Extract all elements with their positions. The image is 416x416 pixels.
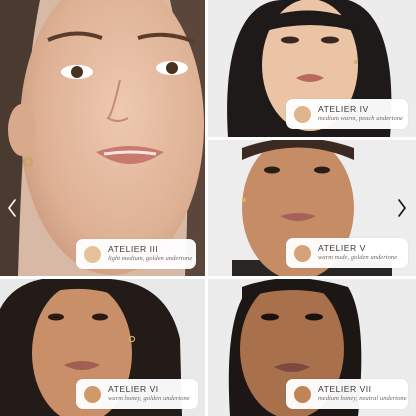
shade-swatch xyxy=(294,105,311,123)
chevron-right-icon xyxy=(398,199,406,217)
carousel-next-button[interactable] xyxy=(394,195,410,221)
shade-swatch xyxy=(294,385,311,403)
model-photo-atelier-vi: ATELIER VI warm honey, golden undertone xyxy=(0,279,205,416)
shade-card-text: ATELIER III light medium, golden underto… xyxy=(108,245,192,263)
shade-description: warm honey, golden undertone xyxy=(108,395,190,403)
shade-description: warm nude, golden undertone xyxy=(318,254,398,262)
shade-name: ATELIER VI xyxy=(108,384,159,395)
shade-gallery: ATELIER III light medium, golden underto… xyxy=(0,0,416,416)
shade-card-atelier-vii[interactable]: ATELIER VII medium honey, neutral undert… xyxy=(286,379,408,409)
shade-swatch xyxy=(294,244,311,262)
shade-description: medium honey, neutral undertone xyxy=(318,395,407,403)
model-photo-atelier-iii: ATELIER III light medium, golden underto… xyxy=(0,0,205,276)
shade-name: ATELIER V xyxy=(318,243,366,254)
shade-name: ATELIER VII xyxy=(318,384,372,395)
model-portrait-image xyxy=(0,0,205,276)
model-photo-atelier-iv: ATELIER IV medium warm, peach undertone xyxy=(208,0,416,137)
model-photo-atelier-vii: ATELIER VII medium honey, neutral undert… xyxy=(208,279,416,416)
shade-card-text: ATELIER VI warm honey, golden undertone xyxy=(108,385,190,403)
shade-card-atelier-vi[interactable]: ATELIER VI warm honey, golden undertone xyxy=(76,379,198,409)
shade-description: medium warm, peach undertone xyxy=(318,115,403,123)
chevron-left-icon xyxy=(8,199,16,217)
shade-description: light medium, golden undertone xyxy=(108,255,193,263)
shade-card-atelier-iii[interactable]: ATELIER III light medium, golden underto… xyxy=(76,239,196,269)
shade-card-atelier-iv[interactable]: ATELIER IV medium warm, peach undertone xyxy=(286,99,408,129)
shade-name: ATELIER IV xyxy=(318,104,369,115)
carousel-prev-button[interactable] xyxy=(4,195,20,221)
shade-card-text: ATELIER V warm nude, golden undertone xyxy=(318,244,397,262)
shade-name: ATELIER III xyxy=(108,244,159,255)
shade-card-atelier-v[interactable]: ATELIER V warm nude, golden undertone xyxy=(286,238,408,268)
shade-card-text: ATELIER IV medium warm, peach undertone xyxy=(318,105,403,123)
shade-swatch xyxy=(84,385,101,403)
shade-swatch xyxy=(84,245,101,263)
shade-card-text: ATELIER VII medium honey, neutral undert… xyxy=(318,385,407,403)
model-photo-atelier-v: ATELIER V warm nude, golden undertone xyxy=(208,140,416,276)
